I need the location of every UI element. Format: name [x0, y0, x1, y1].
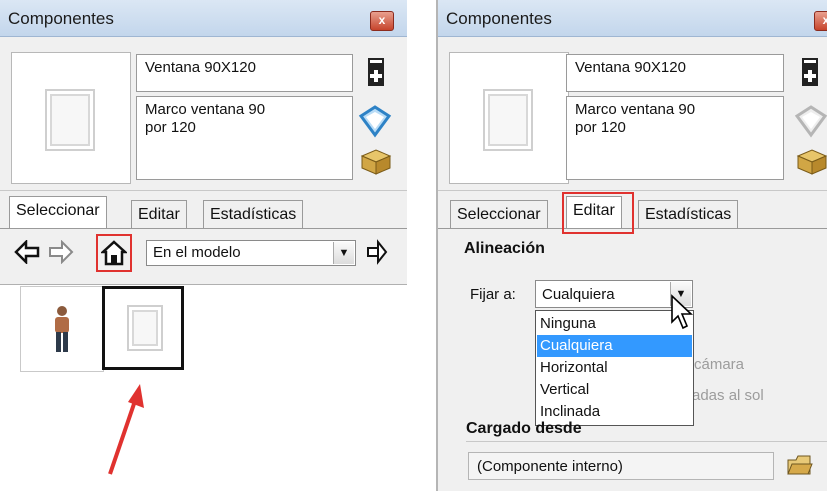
red-arrow-pointer — [108, 384, 144, 475]
component-name-field[interactable]: Ventana 90X120 — [566, 54, 784, 92]
component-description-field[interactable]: Marco ventana 90 por 120 — [566, 96, 784, 180]
window-icon — [127, 305, 163, 351]
location-select-value: En el modelo — [153, 244, 241, 261]
chevron-down-icon[interactable]: ▼ — [333, 242, 354, 264]
close-button[interactable]: x — [814, 11, 827, 31]
location-select[interactable]: En el modelo ▼ — [146, 240, 356, 266]
cube-icon[interactable] — [794, 104, 827, 138]
close-icon: x — [822, 13, 827, 27]
tab-editar[interactable]: Editar — [131, 200, 187, 228]
option-vertical[interactable]: Vertical — [537, 379, 692, 401]
component-preview — [449, 52, 569, 184]
loaded-from-field[interactable]: (Componente interno) — [468, 452, 774, 480]
mouse-cursor-icon — [671, 294, 694, 330]
add-component-icon[interactable] — [798, 56, 822, 88]
tab-estadisticas[interactable]: Estadísticas — [638, 200, 739, 228]
close-icon: x — [378, 13, 386, 27]
window-thumbnail-icon — [45, 89, 95, 151]
panel-title: Componentes — [446, 9, 552, 28]
components-panel-right: Componentes x Ventana 90X120 Marco venta… — [438, 0, 827, 491]
section-alignment: Alineación — [464, 240, 545, 257]
tab-seleccionar[interactable]: Seleccionar — [450, 200, 548, 228]
component-description-field[interactable]: Marco ventana 90 por 120 — [136, 96, 353, 180]
tab-estadisticas[interactable]: Estadísticas — [203, 200, 304, 228]
cube-icon[interactable] — [358, 104, 392, 138]
list-item-person[interactable] — [20, 286, 104, 372]
open-folder-icon[interactable] — [786, 452, 814, 478]
section-divider — [466, 441, 827, 442]
tab-baseline — [0, 228, 407, 229]
panel-title: Componentes — [8, 9, 114, 28]
panel-gap — [407, 0, 437, 491]
behind-text-sun: adas al sol — [692, 387, 764, 404]
details-arrow-icon[interactable] — [366, 238, 388, 266]
person-icon — [55, 306, 69, 352]
component-preview — [11, 52, 131, 184]
home-highlight — [96, 234, 132, 272]
behind-text-camera: cámara — [694, 356, 745, 373]
divider — [0, 190, 407, 191]
component-name-field[interactable]: Ventana 90X120 — [136, 54, 353, 92]
glue-select-value: Cualquiera — [542, 286, 615, 303]
package-icon[interactable] — [796, 146, 827, 176]
divider — [438, 190, 827, 191]
option-ninguna[interactable]: Ninguna — [537, 313, 692, 335]
tab-seleccionar[interactable]: Seleccionar — [9, 196, 107, 228]
forward-arrow-icon[interactable] — [48, 240, 74, 264]
close-button[interactable]: x — [370, 11, 394, 31]
option-cualquiera[interactable]: Cualquiera — [537, 335, 692, 357]
package-icon[interactable] — [360, 146, 392, 176]
add-component-icon[interactable] — [364, 56, 388, 88]
list-item-window[interactable] — [102, 286, 184, 370]
back-arrow-icon[interactable] — [14, 240, 40, 264]
section-loaded-from: Cargado desde — [466, 420, 582, 437]
window-thumbnail-icon — [483, 89, 533, 151]
option-horizontal[interactable]: Horizontal — [537, 357, 692, 379]
glue-label: Fijar a: — [470, 286, 516, 303]
title-bar[interactable]: Componentes x — [438, 0, 827, 37]
editar-highlight — [562, 192, 634, 234]
components-panel-left: Componentes x Ventana 90X120 Marco venta… — [0, 0, 407, 491]
title-bar[interactable]: Componentes x — [0, 0, 407, 37]
